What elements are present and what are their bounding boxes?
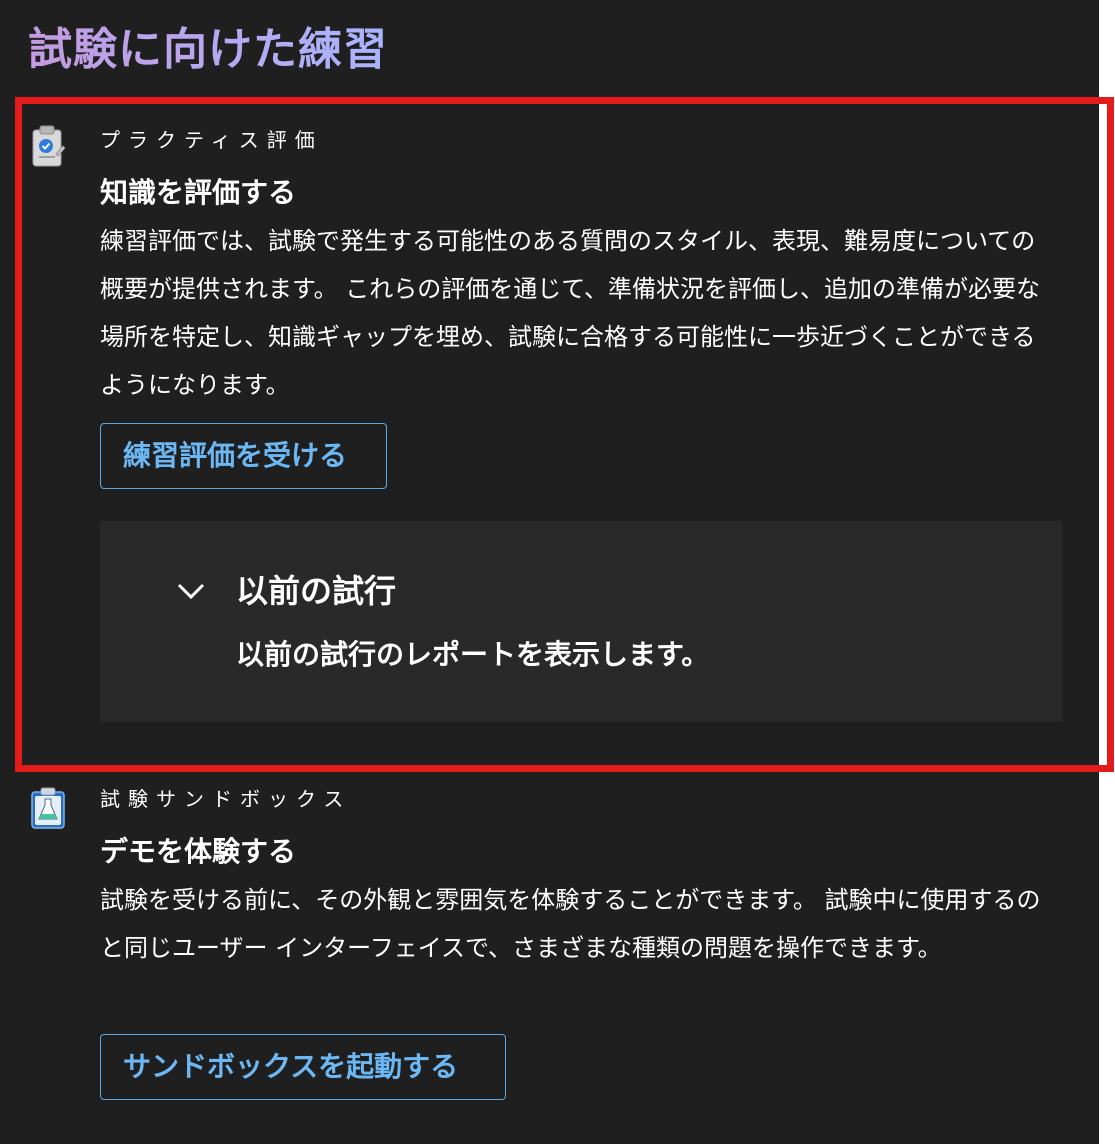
sandbox-description: 試験を受ける前に、その外観と雰囲気を体験することができます。 試験中に使用するの… bbox=[100, 886, 1041, 962]
highlight-frame bbox=[15, 97, 1114, 772]
launch-sandbox-button[interactable]: サンドボックスを起動する bbox=[100, 1034, 506, 1100]
sandbox-kicker: 試験サンドボックス bbox=[100, 787, 352, 811]
page-title: 試験に向けた練習 bbox=[28, 22, 388, 78]
flask-clipboard-icon bbox=[31, 787, 65, 829]
sandbox-heading: デモを体験する bbox=[100, 835, 297, 868]
